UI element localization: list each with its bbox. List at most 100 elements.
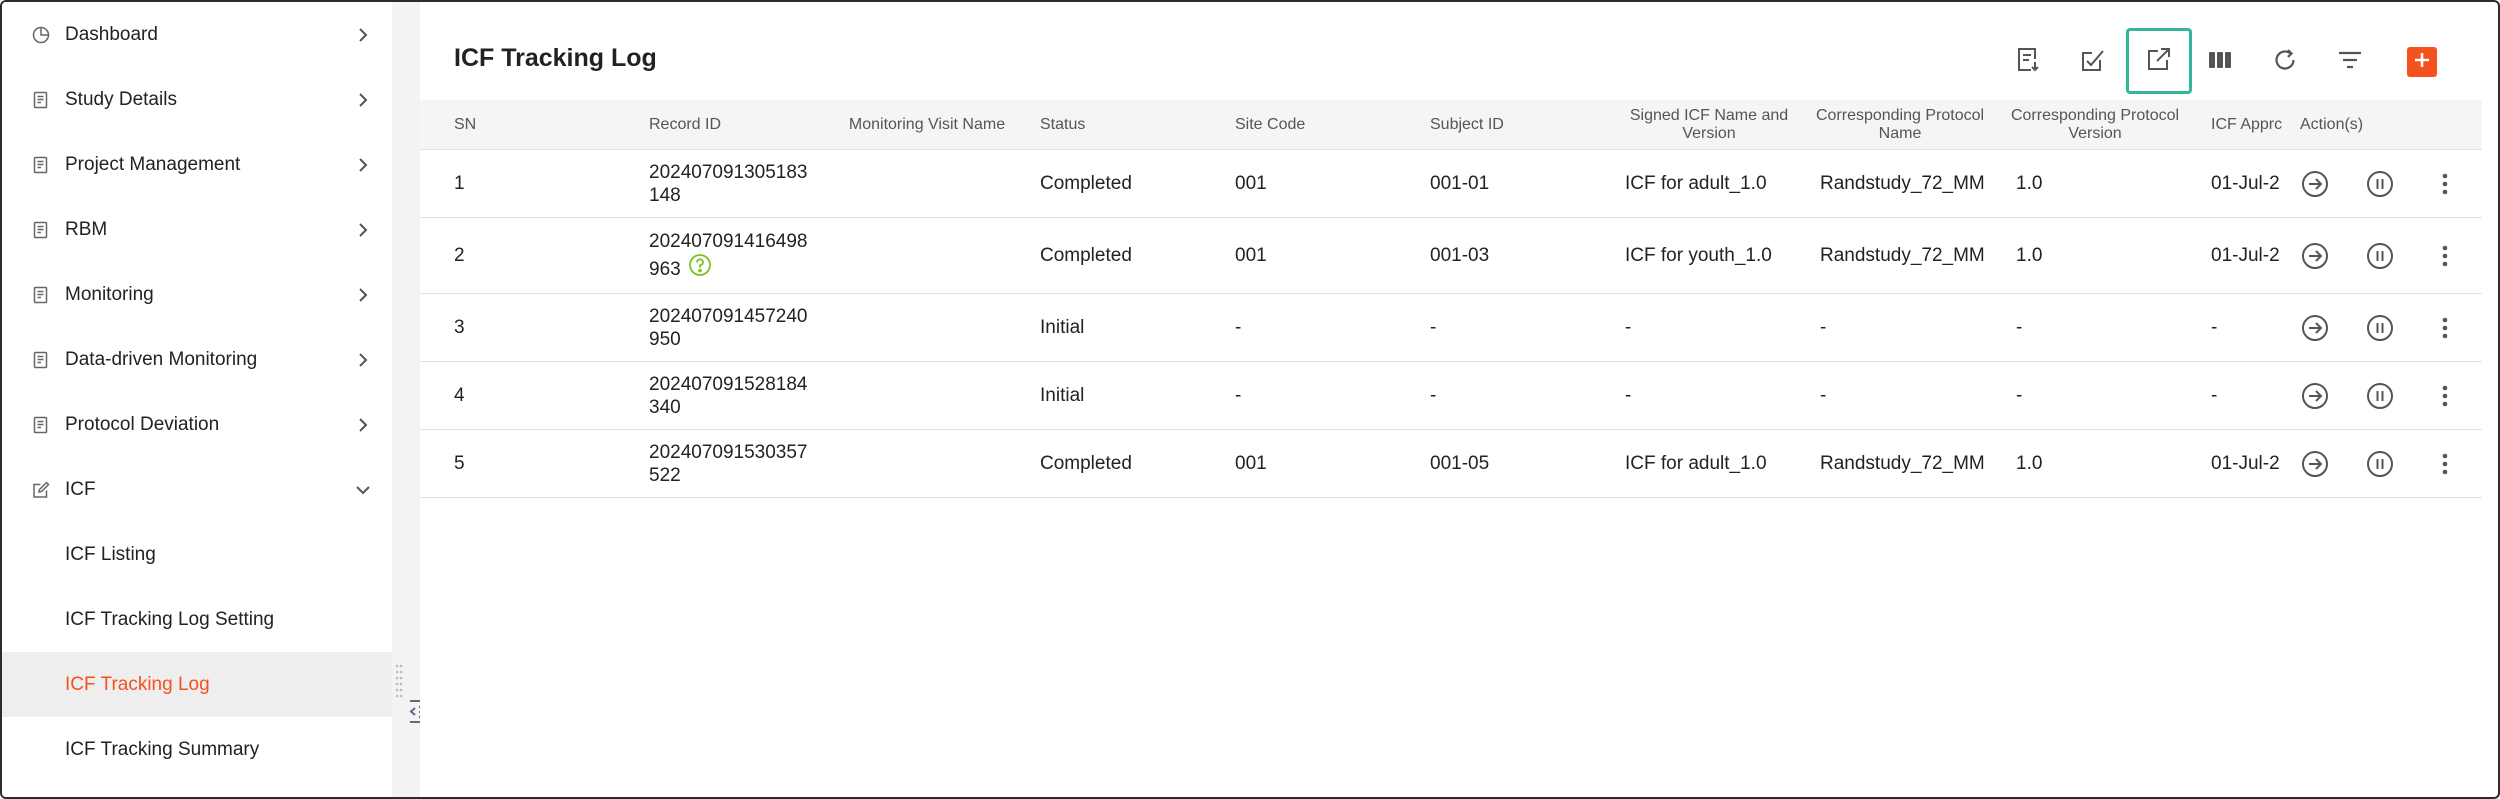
sidebar-subitem-label: ICF Listing xyxy=(65,543,156,565)
column-header-protocol-version[interactable]: Corresponding Protocol Version xyxy=(2010,100,2180,150)
document-icon xyxy=(30,219,52,241)
cell-site-code: - xyxy=(1235,317,1242,338)
column-header-site-code[interactable]: Site Code xyxy=(1235,100,1305,150)
cell-protocol-name: - xyxy=(1820,317,1827,338)
more-vertical-icon[interactable] xyxy=(2430,381,2460,411)
cell-record-id: 202407091457240 950 xyxy=(649,305,808,350)
more-vertical-icon[interactable] xyxy=(2430,241,2460,271)
cell-signed-icf: - xyxy=(1625,317,1632,338)
view-arrow-icon[interactable] xyxy=(2300,381,2330,411)
filter-button[interactable] xyxy=(2330,42,2370,82)
export-list-icon xyxy=(2013,45,2043,80)
column-header-record-id[interactable]: Record ID xyxy=(649,100,721,150)
cell-protocol-version: - xyxy=(2016,385,2023,406)
cell-record-id: 202407091530357 522 xyxy=(649,441,808,486)
more-vertical-icon[interactable] xyxy=(2430,313,2460,343)
chevron-right-icon xyxy=(354,351,372,369)
pause-icon[interactable] xyxy=(2365,449,2395,479)
table-header: SN Record ID Monitoring Visit Name Statu… xyxy=(420,100,2482,150)
sidebar-item-label: Project Management xyxy=(65,153,241,175)
sidebar-resize-handle[interactable] xyxy=(394,662,404,704)
pause-icon[interactable] xyxy=(2365,313,2395,343)
view-arrow-icon[interactable] xyxy=(2300,449,2330,479)
sidebar-subitem-icf-tracking-log-setting[interactable]: ICF Tracking Log Setting xyxy=(2,587,392,652)
table-row[interactable]: 4 202407091528184 340 Initial - - - - - … xyxy=(420,362,2482,430)
table-row[interactable]: 3 202407091457240 950 Initial - - - - - … xyxy=(420,294,2482,362)
sidebar-item-monitoring[interactable]: Monitoring xyxy=(2,262,392,327)
sidebar-item-study-details[interactable]: Study Details xyxy=(2,67,392,132)
column-header-icf-approval[interactable]: ICF Apprc xyxy=(2211,100,2283,150)
record-id-text: 202407091416498 963 xyxy=(649,231,808,280)
sidebar-subitem-label: ICF Tracking Log Setting xyxy=(65,608,275,630)
open-external-button[interactable] xyxy=(2126,28,2192,94)
cell-signed-icf: - xyxy=(1625,385,1632,406)
cell-sn: 2 xyxy=(454,245,465,266)
sidebar-item-label: Data-driven Monitoring xyxy=(65,348,258,370)
sidebar-subitem-icf-tracking-log[interactable]: ICF Tracking Log xyxy=(2,652,392,717)
cell-subject-id: - xyxy=(1430,385,1437,406)
columns-button[interactable] xyxy=(2200,42,2240,82)
sidebar-item-icf[interactable]: ICF xyxy=(2,457,392,522)
refresh-button[interactable] xyxy=(2265,42,2305,82)
sidebar-item-data-driven-monitoring[interactable]: Data-driven Monitoring xyxy=(2,327,392,392)
sidebar-item-protocol-deviation[interactable]: Protocol Deviation xyxy=(2,392,392,457)
cell-subject-id: 001-03 xyxy=(1430,245,1490,266)
cell-protocol-name: Randstudy_72_MM xyxy=(1820,245,1985,266)
cell-icf-approval: 01-Jul-2 xyxy=(2211,245,2280,266)
cell-protocol-name: Randstudy_72_MM xyxy=(1820,453,1985,474)
sidebar-item-project-management[interactable]: Project Management xyxy=(2,132,392,197)
sidebar-subitem-label: ICF Tracking Log xyxy=(65,673,210,695)
sidebar-item-label: Dashboard xyxy=(65,23,158,45)
sidebar-subitem-icf-tracking-summary[interactable]: ICF Tracking Summary xyxy=(2,717,392,782)
edit-check-button[interactable] xyxy=(2073,42,2113,82)
chevron-right-icon xyxy=(354,221,372,239)
edit-check-icon xyxy=(2078,45,2108,80)
plus-icon xyxy=(2411,49,2433,76)
more-vertical-icon[interactable] xyxy=(2430,449,2460,479)
sidebar-item-dashboard[interactable]: Dashboard xyxy=(2,2,392,67)
cell-signed-icf: ICF for youth_1.0 xyxy=(1625,245,1772,266)
column-header-protocol-name[interactable]: Corresponding Protocol Name xyxy=(1815,100,1985,150)
filter-icon xyxy=(2335,45,2365,80)
cell-site-code: 001 xyxy=(1235,173,1267,194)
view-arrow-icon[interactable] xyxy=(2300,313,2330,343)
table-row[interactable]: 2 202407091416498 963 Completed 001 001-… xyxy=(420,218,2482,294)
document-icon xyxy=(30,154,52,176)
app-window: Dashboard Study Details Project Manageme… xyxy=(0,0,2500,799)
cell-icf-approval: 01-Jul-2 xyxy=(2211,173,2280,194)
refresh-icon xyxy=(2270,45,2300,80)
cell-protocol-name: - xyxy=(1820,385,1827,406)
add-button[interactable] xyxy=(2407,47,2437,77)
cell-sn: 5 xyxy=(454,453,465,474)
column-header-signed-icf[interactable]: Signed ICF Name and Version xyxy=(1624,100,1794,150)
sidebar-item-rbm[interactable]: RBM xyxy=(2,197,392,262)
cell-subject-id: - xyxy=(1430,317,1437,338)
export-list-button[interactable] xyxy=(2008,42,2048,82)
cell-status: Initial xyxy=(1040,385,1085,406)
open-external-icon xyxy=(2144,44,2174,79)
cell-subject-id: 001-05 xyxy=(1430,453,1490,474)
cell-status: Completed xyxy=(1040,453,1132,474)
cell-protocol-name: Randstudy_72_MM xyxy=(1820,173,1985,194)
pause-icon[interactable] xyxy=(2365,169,2395,199)
more-vertical-icon[interactable] xyxy=(2430,169,2460,199)
table-row[interactable]: 1 202407091305183 148 Completed 001 001-… xyxy=(420,150,2482,218)
column-header-sn[interactable]: SN xyxy=(454,100,476,150)
view-arrow-icon[interactable] xyxy=(2300,169,2330,199)
sidebar-subitem-label: ICF Tracking Summary xyxy=(65,738,260,760)
cell-site-code: 001 xyxy=(1235,453,1267,474)
cell-status: Completed xyxy=(1040,245,1132,266)
help-icon[interactable] xyxy=(688,253,712,277)
pause-icon[interactable] xyxy=(2365,241,2395,271)
sidebar: Dashboard Study Details Project Manageme… xyxy=(2,2,392,797)
sidebar-subitem-icf-listing[interactable]: ICF Listing xyxy=(2,522,392,587)
column-header-status[interactable]: Status xyxy=(1040,100,1085,150)
edit-icon xyxy=(30,479,52,501)
column-header-subject-id[interactable]: Subject ID xyxy=(1430,100,1504,150)
column-header-monitoring-visit-name[interactable]: Monitoring Visit Name xyxy=(846,100,1008,150)
pause-icon[interactable] xyxy=(2365,381,2395,411)
view-arrow-icon[interactable] xyxy=(2300,241,2330,271)
table-row[interactable]: 5 202407091530357 522 Completed 001 001-… xyxy=(420,430,2482,498)
column-header-actions: Action(s) xyxy=(2300,116,2364,133)
cell-icf-approval: - xyxy=(2211,385,2218,406)
